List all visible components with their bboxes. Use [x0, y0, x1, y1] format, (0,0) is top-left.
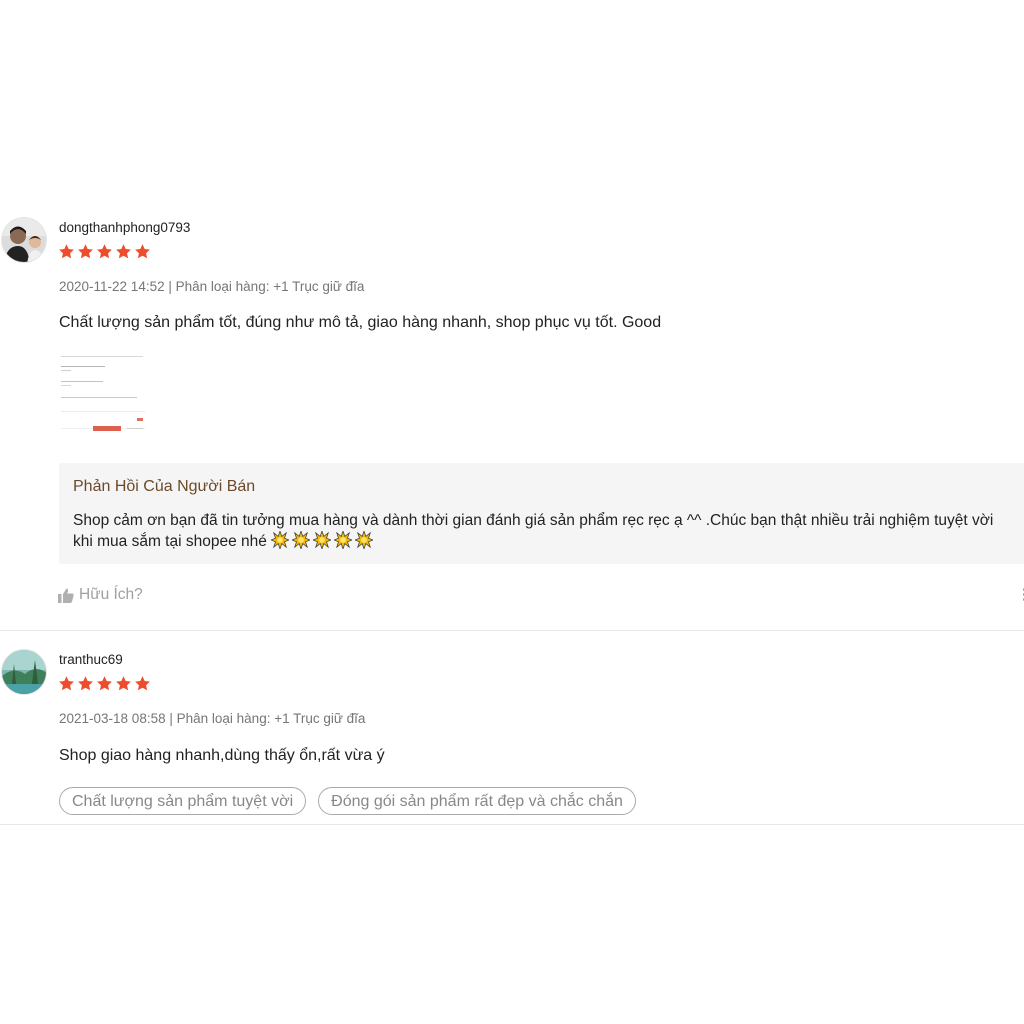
review-tag[interactable]: Chất lượng sản phẩm tuyệt vời: [59, 787, 307, 815]
meta-separator: |: [169, 711, 177, 726]
helpful-button[interactable]: Hữu Ích?: [58, 586, 143, 604]
reviewer-username[interactable]: tranthuc69: [59, 652, 123, 667]
review-variation: Phân loại hàng: +1 Trục giữ đĩa: [175, 279, 365, 294]
star-icon: [116, 676, 131, 691]
seller-reply-text: Shop cảm ơn bạn đã tin tưởng mua hàng và…: [73, 510, 1024, 552]
review-variation: Phân loại hàng: +1 Trục giữ đĩa: [176, 711, 366, 726]
star-icon: [78, 676, 93, 691]
sparkle-icon: [313, 531, 332, 549]
seller-reply: Phản Hồi Của Người Bán Shop cảm ơn bạn đ…: [59, 463, 1024, 564]
rating-stars: [58, 675, 151, 692]
thumbs-up-icon: [58, 588, 74, 603]
user-avatar[interactable]: [1, 217, 47, 263]
star-icon: [116, 244, 131, 259]
star-icon: [59, 676, 74, 691]
review-tags: Chất lượng sản phẩm tuyệt vời Đóng gói s…: [59, 787, 636, 815]
review-date: 2020-11-22 14:52: [59, 279, 165, 294]
more-vertical-icon: [1020, 588, 1024, 601]
review-meta: 2020-11-22 14:52 | Phân loại hàng: +1 Tr…: [59, 279, 364, 294]
star-icon: [97, 676, 112, 691]
review-comment: Chất lượng sản phẩm tốt, đúng như mô tả,…: [59, 314, 662, 331]
sparkle-icon: [292, 531, 311, 549]
sparkle-icon: [355, 531, 374, 549]
review-date: 2021-03-18 08:58: [59, 711, 166, 726]
review-item: tranthuc69 2021-03-18 08:58 | Phân loại …: [0, 631, 1024, 825]
helpful-label: Hữu Ích?: [79, 586, 143, 603]
star-icon: [78, 244, 93, 259]
review-image-thumbnail[interactable]: [59, 352, 145, 438]
seller-reply-body: Shop cảm ơn bạn đã tin tưởng mua hàng và…: [73, 512, 994, 550]
star-icon: [97, 244, 112, 259]
avatar-photo: [2, 650, 46, 694]
meta-separator: |: [168, 279, 176, 294]
avatar-photo: [2, 218, 46, 262]
rating-stars: [58, 243, 151, 260]
review-meta: 2021-03-18 08:58 | Phân loại hàng: +1 Tr…: [59, 711, 365, 726]
review-tag[interactable]: Đóng gói sản phẩm rất đẹp và chắc chắn: [318, 787, 636, 815]
seller-reply-title: Phản Hồi Của Người Bán: [73, 478, 256, 495]
sparkle-icon: [334, 531, 353, 549]
more-options-button[interactable]: [1020, 586, 1024, 606]
user-avatar[interactable]: [1, 649, 47, 695]
star-icon: [59, 244, 74, 259]
sparkle-icon: [271, 531, 290, 549]
review-comment: Shop giao hàng nhanh,dùng thấy ổn,rất vừ…: [59, 747, 385, 764]
review-item: dongthanhphong0793 2020-11-22 14:52 | Ph…: [0, 214, 1024, 631]
star-icon: [135, 244, 150, 259]
star-icon: [135, 676, 150, 691]
reviewer-username[interactable]: dongthanhphong0793: [59, 220, 190, 235]
